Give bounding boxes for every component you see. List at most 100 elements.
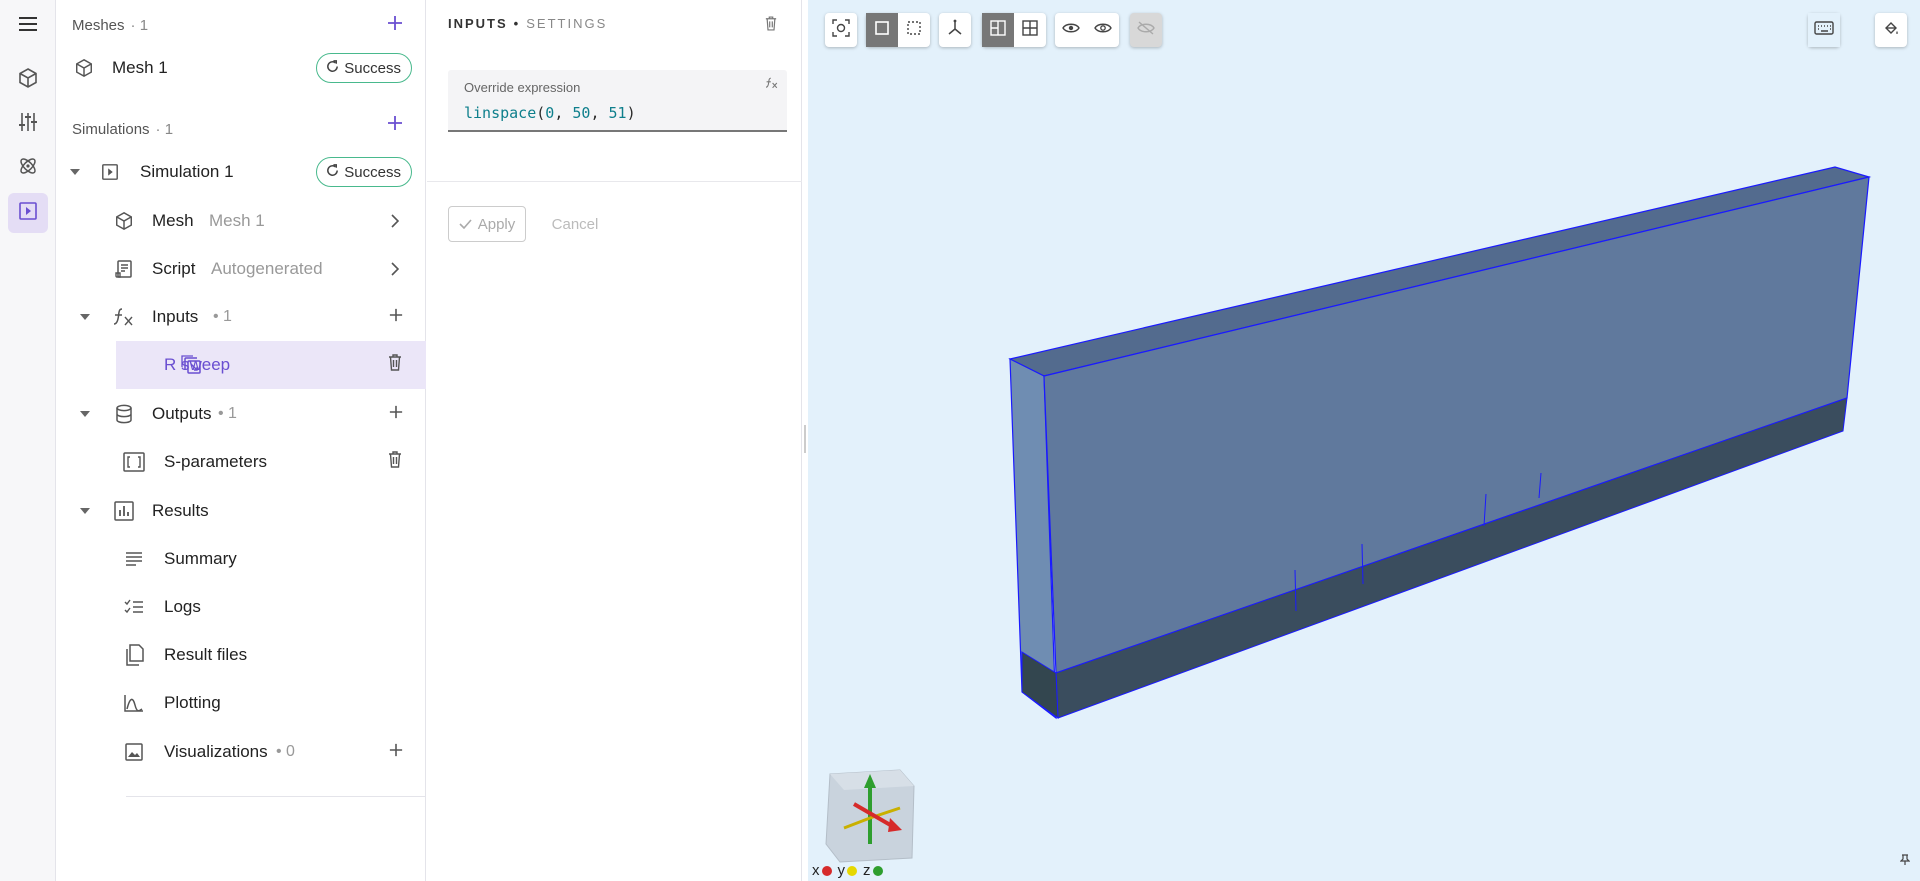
axis-x-dot [821,865,832,876]
status-badge: Success [316,53,412,83]
title-main: INPUTS [448,16,508,31]
visualizations-count: • 0 [276,743,295,760]
axis-z-dot [872,865,883,876]
add-simulation-button[interactable] [383,113,407,137]
results-item-result-files[interactable]: Result files [56,631,426,679]
status-text: Success [344,163,401,181]
simulations-count: · 1 [155,120,174,138]
plus-icon [389,405,403,424]
results-item-label: Summary [164,549,237,568]
delete-input-button[interactable] [765,16,777,36]
results-item-plotting[interactable]: Plotting [56,679,426,727]
results-item-label: Logs [164,597,201,616]
axis-z-label: z [863,862,871,879]
mesh-item[interactable]: Mesh 1 Success [56,44,426,92]
pin-icon[interactable] [1899,853,1911,871]
results-label: Results [152,501,209,520]
database-icon [112,402,136,426]
status-text: Success [344,59,401,77]
add-output-button[interactable] [384,402,408,426]
nav-settings-button[interactable] [8,104,48,144]
checklist-icon [122,595,146,619]
cube-icon [112,209,136,233]
delete-output-button[interactable] [384,451,406,473]
model-front-face [1043,176,1870,674]
expr-arg: 0 [545,104,555,122]
plus-icon [389,308,403,327]
model-render[interactable] [808,0,1920,881]
add-mesh-button[interactable] [383,13,407,37]
apply-button[interactable]: Apply [448,206,526,242]
expr-arg: 51 [608,104,627,122]
settings-panel: INPUTS • SETTINGS Override expression lins… [427,0,802,881]
play-box-icon [18,201,38,226]
nav-simulations-button[interactable] [8,193,48,233]
field-caption: Override expression [464,80,581,95]
tree-divider [126,796,426,797]
results-group[interactable]: Results [56,487,426,535]
results-item-summary[interactable]: Summary [56,535,426,583]
results-item-logs[interactable]: Logs [56,583,426,631]
chevron-right-icon [384,258,406,280]
add-visualization-button[interactable] [384,740,408,764]
image-icon [122,740,146,764]
splitter-handle[interactable] [804,425,806,453]
refresh-icon [325,163,340,182]
sim-mesh-row[interactable]: Mesh Mesh 1 [56,197,426,245]
expression-value[interactable]: linspace(0, 50, 51) [464,104,636,122]
icon-rail [0,0,56,881]
expr-sep: , [590,104,609,122]
matrix-icon [122,450,146,474]
delete-input-button[interactable] [384,354,406,376]
mesh-item-label: Mesh 1 [112,58,168,77]
simulations-label: Simulations [72,120,150,138]
chevron-down-icon[interactable] [76,502,94,520]
expr-paren: ( [536,104,546,122]
expr-function: linspace [464,104,537,122]
orientation-cube[interactable] [820,764,920,864]
menu-button[interactable] [8,6,48,46]
add-input-button[interactable] [384,305,408,329]
cancel-button[interactable]: Cancel [542,206,608,242]
output-item-label: S-parameters [164,452,267,471]
nav-geometry-button[interactable] [8,60,48,100]
function-icon[interactable] [765,76,779,94]
title-sub: SETTINGS [526,16,608,31]
cube-icon [17,67,39,94]
plus-icon [389,743,403,762]
sim-script-row[interactable]: Script Autogenerated [56,245,426,293]
nav-physics-button[interactable] [8,148,48,188]
simulations-header: Simulations · 1 [72,117,173,141]
outputs-group[interactable]: Outputs • 1 [56,390,426,438]
bar-chart-icon [112,499,136,523]
panel-title: INPUTS • SETTINGS [448,16,607,31]
trash-icon [765,16,777,35]
outputs-count: • 1 [218,405,237,422]
plus-icon [387,115,403,136]
output-item-s-parameters[interactable]: S-parameters [56,438,426,486]
project-tree: Meshes · 1 Mesh 1 Success Simulations · … [56,0,426,881]
input-item-r-sweep[interactable]: R sweep [116,341,426,389]
axis-legend: x y z [812,862,887,879]
settings-divider [427,181,802,182]
chevron-down-icon[interactable] [76,308,94,326]
cancel-label: Cancel [551,215,599,233]
refresh-icon [325,59,340,78]
files-icon [122,643,146,667]
simulation-item-label: Simulation 1 [140,162,234,181]
chevron-down-icon[interactable] [66,163,84,181]
status-badge: Success [316,157,412,187]
outputs-label: Outputs [152,404,212,423]
apply-label: Apply [477,215,516,233]
chevron-down-icon[interactable] [76,405,94,423]
meshes-header: Meshes · 1 [72,13,148,37]
axis-x-label: x [812,862,820,879]
3d-viewport[interactable]: x y z [808,0,1920,881]
inputs-group[interactable]: Inputs • 1 [56,293,426,341]
results-item-visualizations[interactable]: Visualizations • 0 [56,728,426,776]
simulation-item[interactable]: Simulation 1 Success [56,148,426,196]
atom-icon [17,155,39,182]
axis-y-dot [847,865,857,876]
chevron-right-icon [384,210,406,232]
override-expression-field[interactable]: Override expression linspace(0, 50, 51) [448,70,787,132]
